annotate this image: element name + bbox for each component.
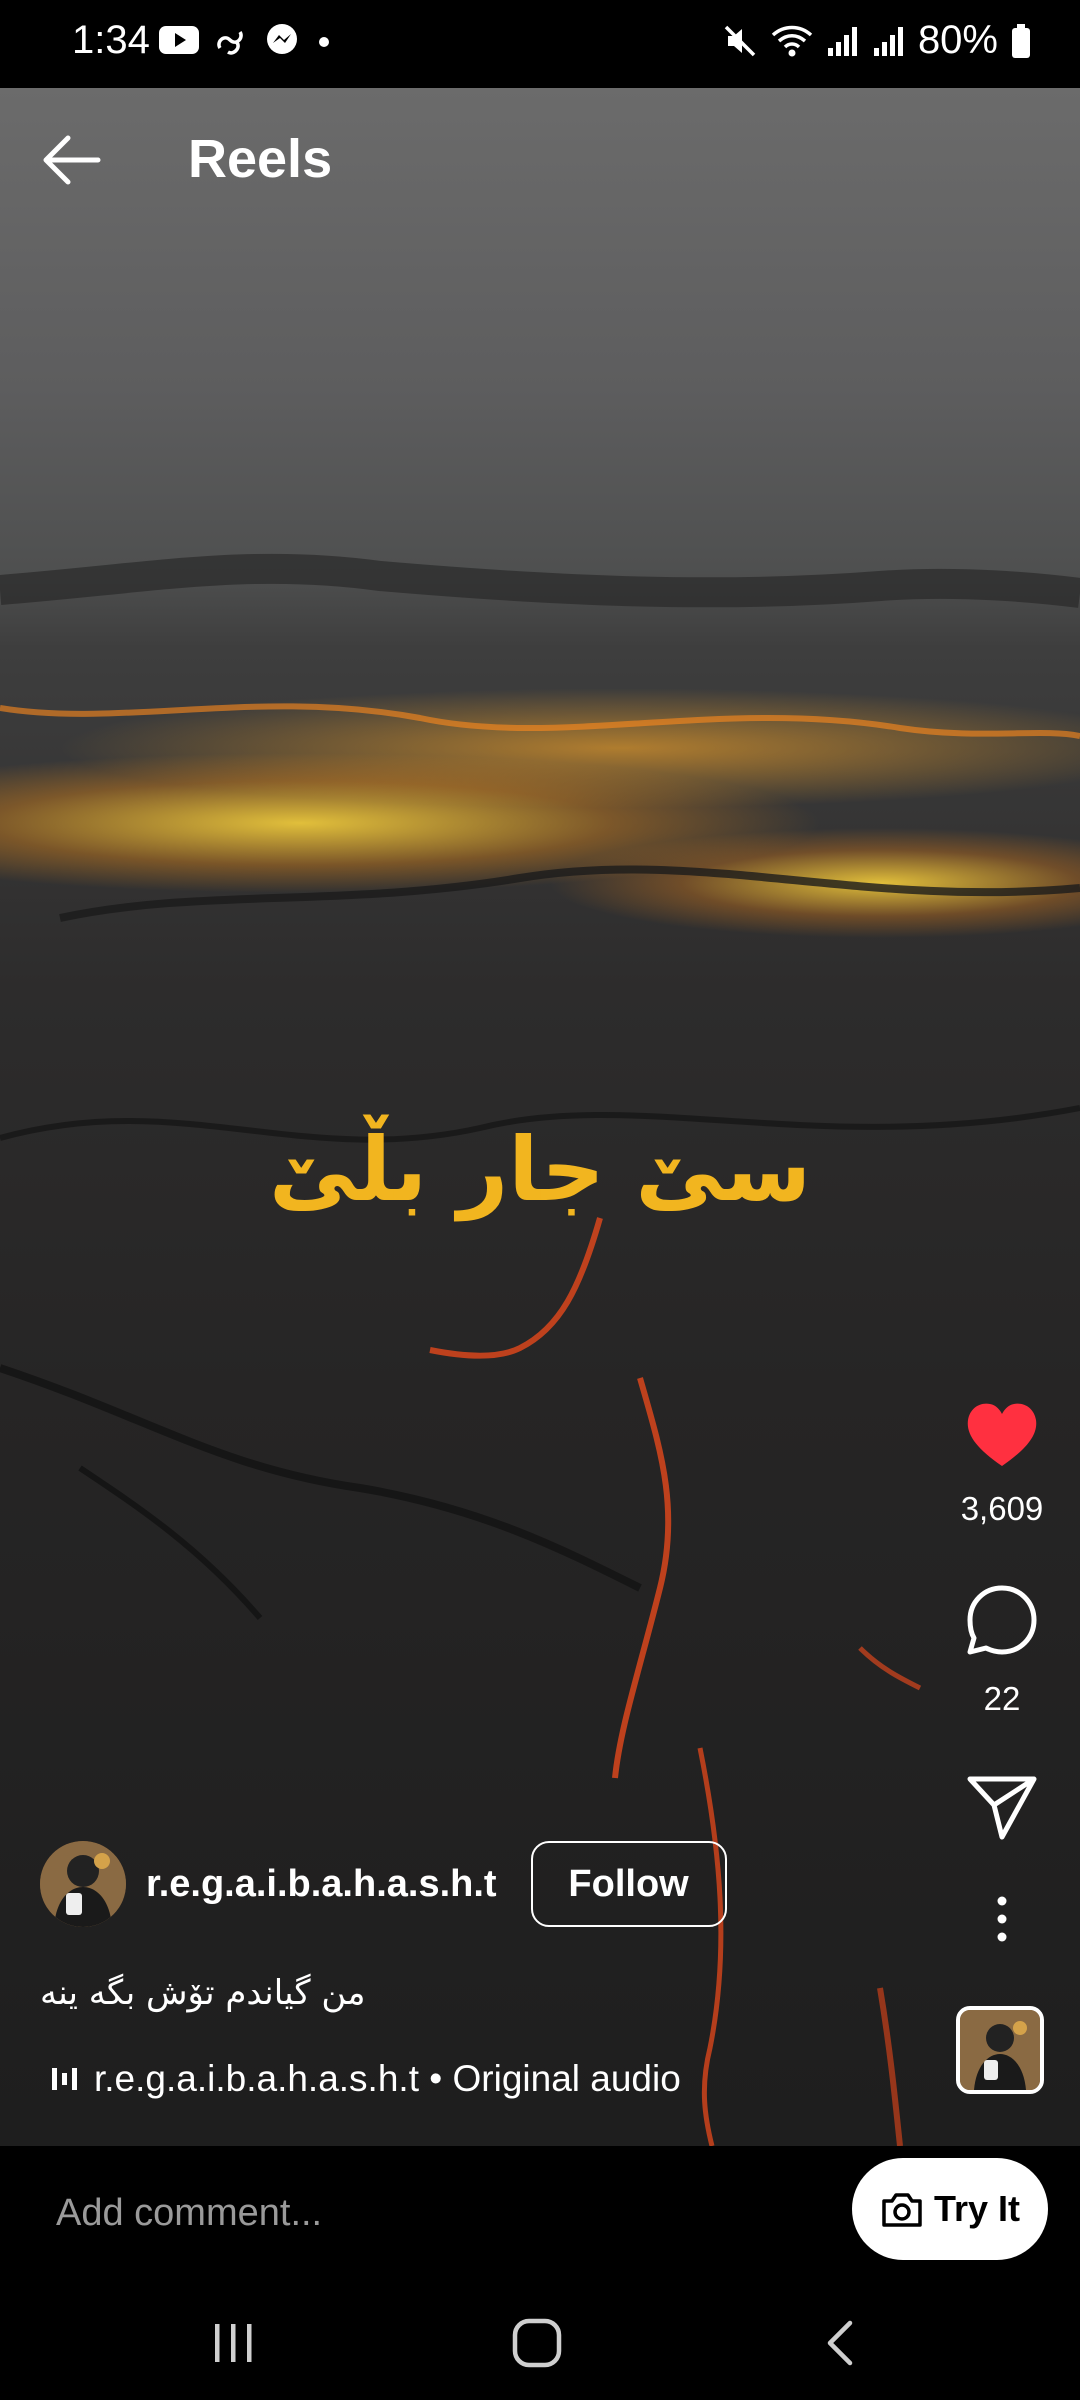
signal-icon [827,26,857,56]
mute-icon [724,25,756,56]
arrow-left-icon [43,135,101,185]
page-title: Reels [188,129,333,189]
wifi-icon [771,25,813,56]
camera-icon [882,2193,922,2227]
try-it-label: Try It [933,2188,1021,2229]
send-icon[interactable] [966,1775,1038,1841]
nav-back-button[interactable] [800,2310,880,2376]
author-row: r.e.g.a.i.b.a.h.a.s.h.t Follow [40,1836,727,1932]
link-icon [217,31,243,55]
comment-count: 22 [983,1680,1021,1717]
more-options-icon[interactable] [992,1895,1012,1943]
dot-icon [319,37,329,47]
home-button[interactable] [497,2310,577,2376]
avatar[interactable] [40,1841,126,1927]
audio-thumbnail-image [960,2010,1040,2090]
audio-bars-icon [52,2068,77,2090]
audio-row[interactable]: r.e.g.a.i.b.a.h.a.s.h.t • Original audio [50,2058,681,2100]
system-nav-bar [0,2286,1080,2400]
comment-input[interactable] [54,2182,818,2244]
back-icon [827,2320,853,2366]
top-bar: Reels [0,100,1080,220]
status-time: 1:34 [72,18,150,62]
comment-action: 22 [950,1582,1054,1718]
like-action: 3,609 [950,1400,1054,1528]
avatar-image [40,1841,126,1927]
comment-bar: Try It [0,2146,1080,2286]
try-it-button[interactable]: Try It [852,2158,1048,2260]
back-button[interactable] [36,122,112,198]
author-username[interactable]: r.e.g.a.i.b.a.h.a.s.h.t [146,1863,497,1906]
reel-caption[interactable]: من گیاندم تۆش بگە ینە [40,1973,365,2013]
video-overlay-text: سێ جار بڵێ [269,1118,811,1221]
comment-icon[interactable] [964,1582,1040,1658]
youtube-icon [159,26,199,54]
audio-thumbnail[interactable] [956,2006,1044,2094]
signal-icon [873,26,903,56]
status-right: 80% [722,18,1032,63]
heart-icon[interactable] [964,1400,1040,1470]
battery-icon [1012,23,1030,58]
like-count: 3,609 [960,1490,1044,1527]
status-left-icons [158,22,334,58]
more-action [950,1895,1054,1943]
home-icon [512,2318,562,2368]
status-bar: 1:34 80% [0,0,1080,88]
battery-percent: 80% [917,18,998,62]
recents-button[interactable] [194,2310,274,2376]
share-action [950,1775,1054,1841]
follow-button[interactable]: Follow [530,1841,727,1927]
audio-label: r.e.g.a.i.b.a.h.a.s.h.t • Original audio [94,2058,681,2099]
messenger-icon [267,24,297,54]
recents-icon [215,2324,252,2362]
